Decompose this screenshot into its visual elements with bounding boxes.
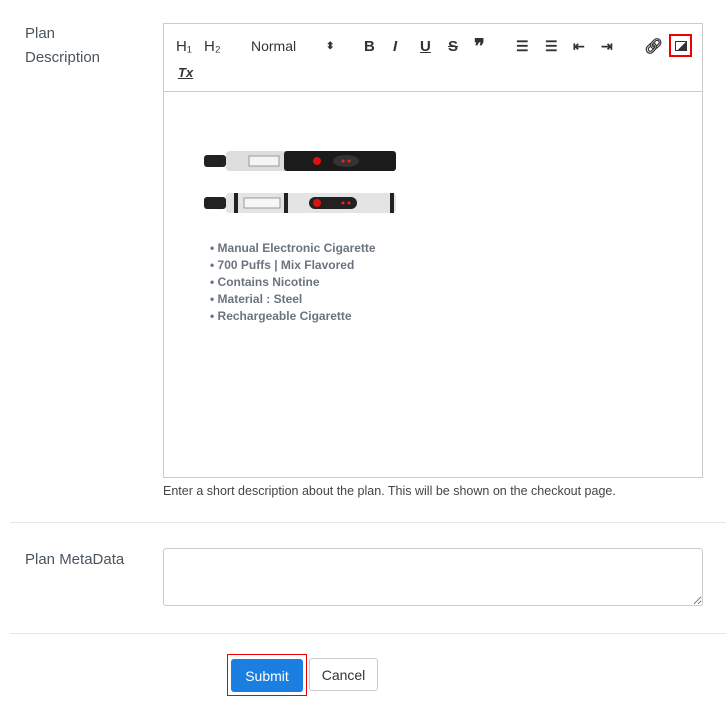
cancel-button[interactable]: Cancel — [309, 658, 378, 691]
divider — [10, 522, 726, 523]
label-line: Description — [25, 49, 101, 66]
format-select[interactable]: Normal — [251, 36, 296, 56]
bold-button[interactable]: B — [364, 36, 375, 56]
clear-format-button[interactable]: Tx — [178, 62, 193, 82]
header1-button[interactable]: H₁ — [176, 36, 192, 56]
image-icon — [674, 40, 687, 51]
list-item: Material : Steel — [210, 291, 376, 308]
editor-toolbar: H₁ H₂ Normal ⬍ B I U S ❞ ☰ ☰ ⇤ ⇥ 🔗︎ Tx — [164, 24, 702, 92]
submit-highlight: Submit — [227, 654, 307, 696]
help-text: Enter a short description about the plan… — [163, 484, 616, 498]
bullet-list-icon[interactable]: ☰ — [545, 36, 558, 56]
blockquote-button[interactable]: ❞ — [474, 36, 485, 58]
list-item: Contains Nicotine — [210, 274, 376, 291]
vape-pen-silver-image — [204, 193, 396, 213]
divider — [10, 633, 726, 634]
label-line: Plan — [25, 25, 56, 42]
select-arrows-icon: ⬍ — [326, 40, 335, 52]
link-icon[interactable]: 🔗︎ — [644, 36, 663, 56]
plan-metadata-input[interactable] — [163, 548, 703, 606]
plan-metadata-label: Plan MetaData — [25, 551, 125, 568]
list-item: Manual Electronic Cigarette — [210, 240, 376, 257]
header2-button[interactable]: H₂ — [204, 36, 221, 56]
list-item: Rechargeable Cigarette — [210, 308, 376, 325]
editor-content[interactable]: Manual Electronic Cigarette 700 Puffs | … — [164, 92, 702, 478]
image-button[interactable] — [669, 34, 692, 57]
plan-description-label: Plan Description — [25, 22, 100, 70]
indent-icon[interactable]: ⇥ — [601, 36, 613, 56]
vape-pen-black-image — [204, 151, 396, 171]
outdent-icon[interactable]: ⇤ — [573, 36, 585, 56]
ordered-list-icon[interactable]: ☰ — [516, 36, 529, 56]
underline-button[interactable]: U — [420, 36, 431, 56]
strike-button[interactable]: S — [448, 36, 458, 56]
submit-button[interactable]: Submit — [231, 659, 303, 692]
list-item: 700 Puffs | Mix Flavored — [210, 257, 376, 274]
italic-button[interactable]: I — [393, 36, 397, 56]
feature-list: Manual Electronic Cigarette 700 Puffs | … — [210, 240, 376, 325]
rich-text-editor[interactable]: H₁ H₂ Normal ⬍ B I U S ❞ ☰ ☰ ⇤ ⇥ 🔗︎ Tx M… — [163, 23, 703, 478]
